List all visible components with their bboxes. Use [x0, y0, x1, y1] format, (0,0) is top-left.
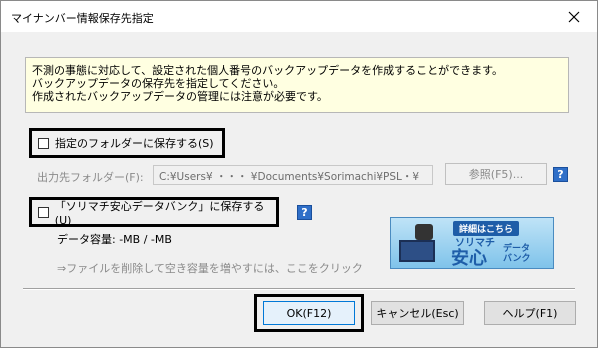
help-icon[interactable]: ?	[297, 205, 312, 220]
info-line: 不測の事態に対応して、設定された個人番号のバックアップデータを作成することができ…	[32, 64, 504, 77]
divider	[23, 288, 575, 290]
help-icon[interactable]: ?	[553, 167, 568, 182]
info-line: バックアップデータの保存先を指定してください。	[32, 77, 285, 90]
ok-button[interactable]: OK(F12)	[263, 301, 355, 325]
dialog-body: 不測の事態に対応して、設定された個人番号のバックアップデータを作成することができ…	[1, 32, 597, 347]
save-to-databank-label: 「ソリマチ安心データバンク」に保存する(U)	[54, 199, 265, 227]
lock-icon	[415, 224, 433, 240]
banner-title: 安心	[451, 248, 487, 269]
browse-button[interactable]: 参照(F5)...	[445, 163, 547, 185]
window-title: マイナンバー情報保存先指定	[11, 12, 154, 25]
info-line: 作成されたバックアップデータの管理には注意が必要です。	[32, 90, 328, 103]
output-folder-label: 出力先フォルダー(F):	[37, 171, 144, 184]
save-to-folder-option[interactable]: 指定のフォルダーに保存する(S)	[29, 128, 225, 158]
banner-subtitle-line2: バンク	[503, 254, 531, 264]
banner-subtitle-line1: データ	[503, 244, 531, 254]
data-capacity-text: データ容量: -MB / -MB	[57, 233, 172, 246]
dialog-window: マイナンバー情報保存先指定 不測の事態に対応して、設定された個人番号のバックアッ…	[0, 0, 598, 348]
save-to-databank-option[interactable]: 「ソリマチ安心データバンク」に保存する(U)	[29, 197, 279, 227]
free-space-link[interactable]: ⇒ファイルを削除して空き容量を増やすには、ここをクリック	[57, 260, 363, 276]
info-box: 不測の事態に対応して、設定された個人番号のバックアップデータを作成することができ…	[25, 57, 569, 113]
title-bar: マイナンバー情報保存先指定	[1, 1, 597, 32]
save-to-databank-checkbox[interactable]	[38, 206, 49, 218]
databank-banner[interactable]: 詳細はこちら ソリマチ 安心 データ バンク	[390, 217, 554, 269]
close-icon[interactable]	[551, 1, 597, 32]
save-to-folder-checkbox[interactable]	[38, 137, 49, 149]
ok-button-highlight: OK(F12)	[254, 294, 364, 332]
laptop-icon	[399, 240, 435, 262]
banner-subtitle: データ バンク	[503, 244, 530, 264]
help-button[interactable]: ヘルプ(F1)	[484, 301, 576, 325]
output-folder-field[interactable]: C:¥Users¥ ・・・ ¥Documents¥Sorimachi¥PSL・¥	[153, 165, 433, 185]
save-to-folder-label: 指定のフォルダーに保存する(S)	[55, 137, 214, 150]
cancel-button[interactable]: キャンセル(Esc)	[371, 301, 464, 325]
